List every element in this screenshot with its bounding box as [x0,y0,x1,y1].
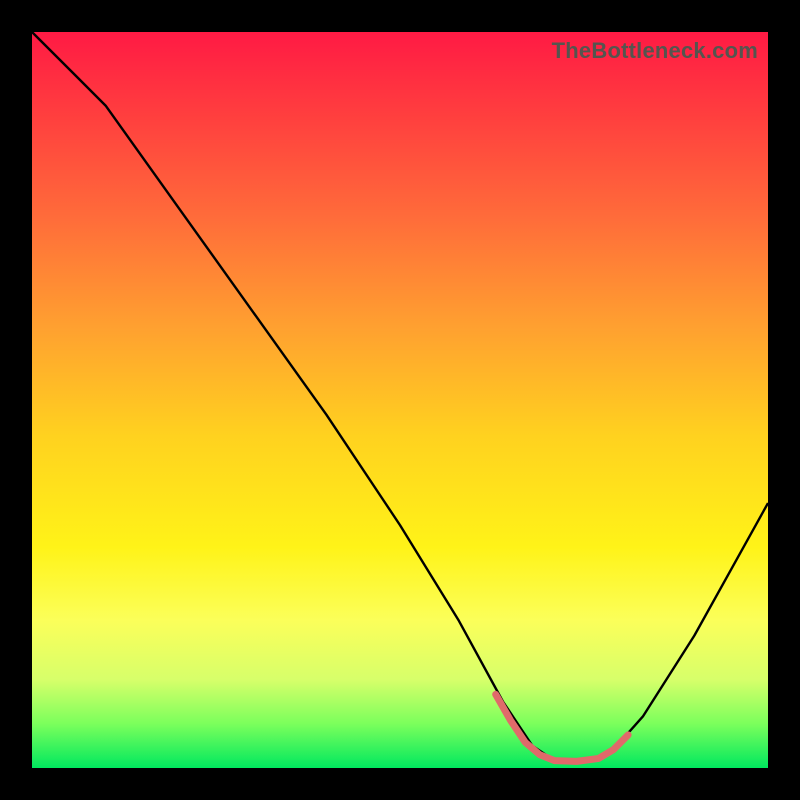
plot-area: TheBottleneck.com [32,32,768,768]
series-sweet-spot-highlight [496,694,628,761]
chart-container: TheBottleneck.com [0,0,800,800]
chart-svg [32,32,768,768]
series-bottleneck-curve [32,32,768,761]
